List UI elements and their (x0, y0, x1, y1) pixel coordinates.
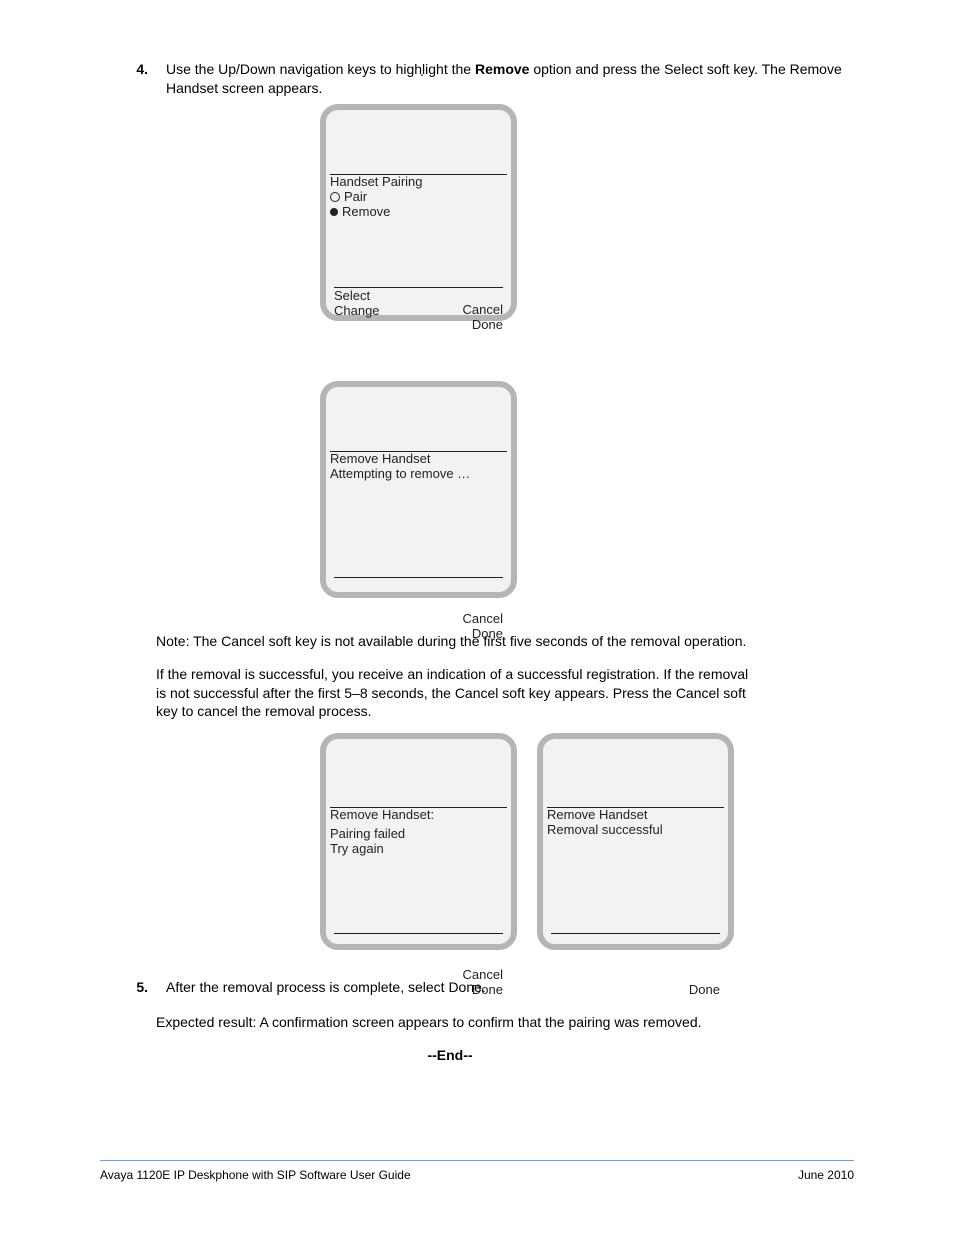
screen-remove-attempting: Remove Handset Attempting to remove … Ca… (320, 381, 517, 598)
radio-open-icon (330, 192, 340, 202)
step-number: 5. (130, 978, 148, 997)
step-number: 4. (130, 60, 148, 79)
done-softkey[interactable]: Done (463, 983, 503, 998)
cancel-softkey[interactable]: Cancel (463, 612, 503, 627)
step4-prefix: Use the Up/Down navigation keys to highl… (166, 61, 475, 77)
page-content: 4. Use the Up/Down navigation keys to hi… (0, 0, 954, 1065)
screen-handset-pairing: Handset Pairing Pair Remove Select Chang… (320, 104, 517, 321)
screen4-line: Removal successful (547, 823, 724, 838)
radio-filled-icon (330, 208, 338, 216)
screen3-line1: Pairing failed (330, 827, 507, 842)
step-4: 4. Use the Up/Down navigation keys to hi… (130, 60, 854, 98)
done-softkey[interactable]: Done (689, 983, 720, 998)
select-softkey[interactable]: Select (334, 289, 380, 304)
option-pair-label: Pair (344, 190, 367, 205)
screen-row-1: Handset Pairing Pair Remove Select Chang… (320, 104, 854, 321)
footer-left: Avaya 1120E IP Deskphone with SIP Softwa… (100, 1168, 411, 1182)
screen3-title: Remove Handset: (330, 808, 507, 823)
screen3-line2: Try again (330, 842, 507, 857)
step4-bold: Remove (475, 61, 529, 77)
option-pair[interactable]: Pair (330, 190, 507, 205)
expected-text: Expected result: A confirmation screen a… (156, 1013, 756, 1032)
option-remove[interactable]: Remove (330, 205, 507, 220)
cancel-softkey[interactable]: Cancel (463, 968, 503, 983)
screen4-title: Remove Handset (547, 808, 724, 823)
footer-right: June 2010 (798, 1168, 854, 1182)
step-body: Use the Up/Down navigation keys to highl… (166, 60, 854, 98)
screen-row-3: Remove Handset: Pairing failed Try again… (320, 733, 854, 950)
done-softkey[interactable]: Done (463, 627, 503, 642)
screen-remove-success: Remove Handset Removal successful Done (537, 733, 734, 950)
done-softkey[interactable]: Done (463, 318, 503, 333)
screen2-title: Remove Handset (330, 452, 507, 467)
page-footer: Avaya 1120E IP Deskphone with SIP Softwa… (100, 1168, 854, 1182)
change-softkey[interactable]: Change (334, 304, 380, 319)
screen-row-2: Remove Handset Attempting to remove … Ca… (320, 381, 854, 598)
step-body: After the removal process is complete, s… (166, 978, 854, 997)
screen1-title: Handset Pairing (330, 175, 507, 190)
end-marker: --End-- (180, 1046, 720, 1065)
footer-rule (100, 1160, 854, 1161)
screen-remove-failed: Remove Handset: Pairing failed Try again… (320, 733, 517, 950)
option-remove-label: Remove (342, 205, 390, 220)
screen2-line: Attempting to remove … (330, 467, 507, 482)
after-text: If the removal is successful, you receiv… (156, 665, 756, 722)
cancel-softkey[interactable]: Cancel (463, 303, 503, 318)
stray-period: . (420, 63, 424, 79)
